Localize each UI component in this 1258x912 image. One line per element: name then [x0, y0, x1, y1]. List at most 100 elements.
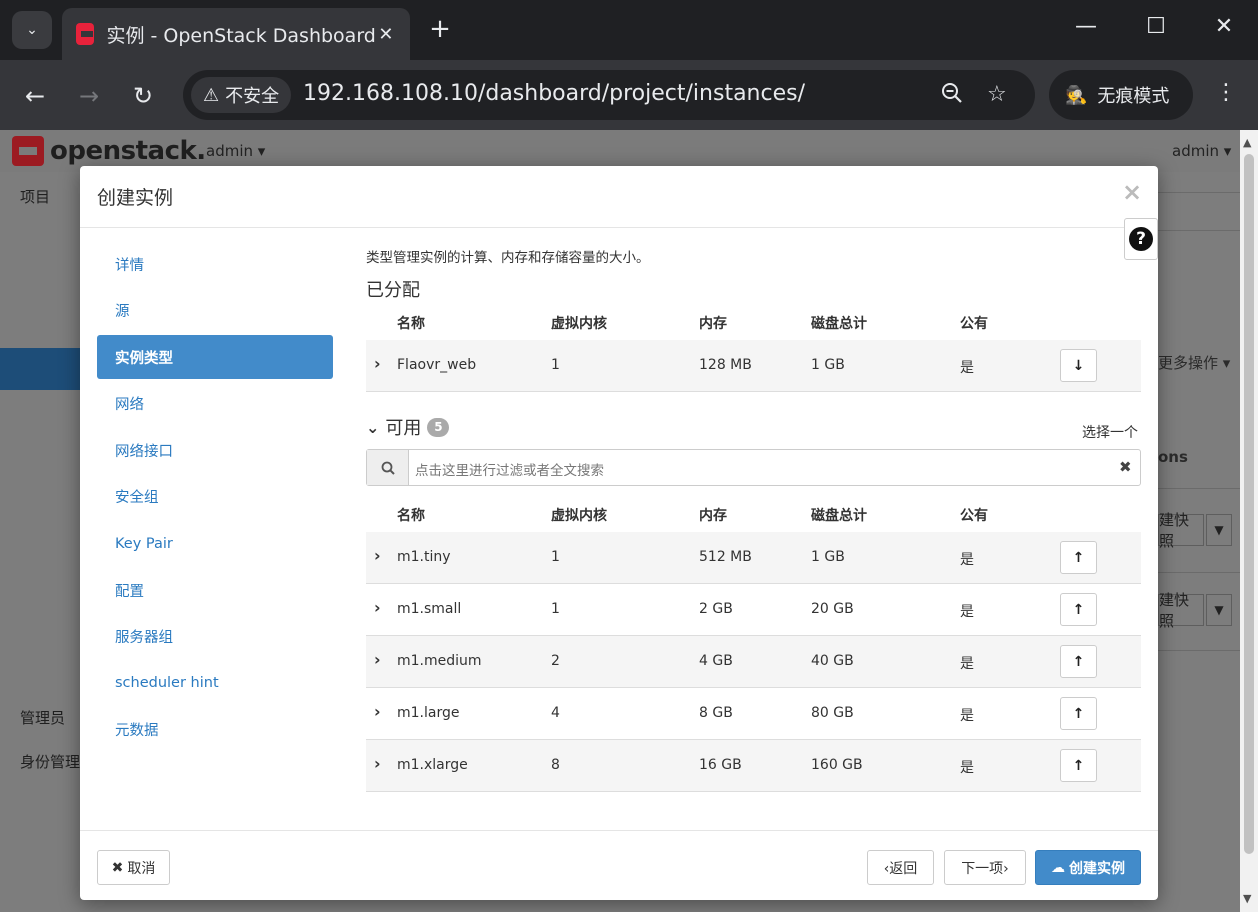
chevron-down-icon[interactable]: ▼	[1206, 514, 1232, 546]
scroll-up-icon[interactable]: ▲	[1243, 136, 1251, 149]
available-table-header: 名称 虚拟内核 内存 磁盘总计 公有	[366, 492, 1141, 536]
back-arrow-icon[interactable]: ←	[18, 79, 52, 113]
clear-icon[interactable]: ✖	[1119, 458, 1132, 476]
browser-menu-icon[interactable]: ⋮	[1212, 80, 1240, 105]
url-text[interactable]: 192.168.108.10/dashboard/project/instanc…	[303, 81, 805, 106]
new-tab-button[interactable]: +	[425, 14, 455, 44]
col-name[interactable]: 名称	[397, 313, 425, 333]
maximize-button[interactable]: ☐	[1136, 14, 1176, 39]
tab-search-button[interactable]: ⌄	[12, 11, 52, 49]
expand-chevron-icon[interactable]: ›	[374, 598, 381, 617]
filter-search[interactable]: 点击这里进行过滤或者全文搜索 ✖	[366, 449, 1141, 486]
col-ram[interactable]: 内存	[699, 505, 727, 525]
modal-title: 创建实例	[97, 187, 174, 209]
wizard-step-details[interactable]: 详情	[97, 242, 333, 286]
sidebar-admin[interactable]: 管理员	[20, 707, 65, 728]
col-public[interactable]: 公有	[960, 313, 988, 333]
table-row: › m1.small 1 2 GB 20 GB 是 ↑	[366, 584, 1141, 636]
close-icon: ✖	[111, 859, 124, 876]
wizard-step-network-ports[interactable]: 网络接口	[97, 428, 333, 472]
more-actions-button[interactable]: 更多操作 ▾	[1158, 352, 1230, 373]
browser-tab[interactable]: 实例 - OpenStack Dashboard ✕	[62, 8, 410, 60]
user-menu[interactable]: admin ▾	[1172, 142, 1231, 160]
next-button[interactable]: 下一项›	[944, 850, 1026, 885]
cell-ram: 16 GB	[699, 757, 742, 773]
cancel-button[interactable]: ✖ 取消	[97, 850, 170, 885]
chevron-down-icon[interactable]: ▼	[1206, 594, 1232, 626]
help-button[interactable]: ?	[1124, 218, 1158, 260]
browser-tabbar: ⌄ 实例 - OpenStack Dashboard ✕ + — ☐ ✕	[0, 0, 1258, 60]
snapshot-button[interactable]: 建快照	[1158, 511, 1204, 550]
col-disk[interactable]: 磁盘总计	[811, 313, 867, 333]
cell-disk: 20 GB	[811, 601, 854, 617]
divider	[1158, 488, 1240, 489]
zoom-icon[interactable]	[941, 82, 963, 110]
cell-public: 是	[960, 360, 974, 376]
divider	[1158, 230, 1240, 231]
sidebar-identity[interactable]: 身份管理	[20, 751, 80, 772]
cell-disk: 160 GB	[811, 757, 863, 773]
col-disk[interactable]: 磁盘总计	[811, 505, 867, 525]
arrow-down-icon: ↓	[1072, 357, 1085, 374]
snapshot-button[interactable]: 建快照	[1158, 591, 1204, 630]
wizard-step-source[interactable]: 源	[97, 289, 333, 333]
cell-name: Flaovr_web	[397, 357, 477, 373]
scroll-thumb[interactable]	[1244, 154, 1254, 854]
incognito-chip[interactable]: 🕵 无痕模式	[1049, 70, 1193, 120]
arrow-up-icon: ↑	[1072, 757, 1085, 774]
project-selector[interactable]: admin ▾	[206, 142, 265, 160]
wizard-step-metadata[interactable]: 元数据	[97, 708, 333, 752]
table-row: › m1.medium 2 4 GB 40 GB 是 ↑	[366, 636, 1141, 688]
back-button[interactable]: ‹返回	[867, 850, 934, 885]
col-vcpus[interactable]: 虚拟内核	[551, 313, 607, 333]
cell-public: 是	[960, 604, 974, 620]
modal-close-icon[interactable]: ×	[1122, 178, 1142, 206]
col-vcpus[interactable]: 虚拟内核	[551, 505, 607, 525]
col-name[interactable]: 名称	[397, 505, 425, 525]
scroll-down-icon[interactable]: ▼	[1243, 892, 1251, 905]
wizard-step-networks[interactable]: 网络	[97, 382, 333, 426]
wizard-step-server-groups[interactable]: 服务器组	[97, 615, 333, 659]
security-chip[interactable]: ⚠ 不安全	[191, 77, 292, 113]
wizard-step-security-groups[interactable]: 安全组	[97, 475, 333, 519]
allocate-button[interactable]: ↑	[1060, 541, 1097, 574]
divider	[1158, 192, 1240, 193]
cell-public: 是	[960, 760, 974, 776]
wizard-step-configuration[interactable]: 配置	[97, 568, 333, 612]
expand-chevron-icon[interactable]: ›	[374, 546, 381, 565]
table-row: › m1.xlarge 8 16 GB 160 GB 是 ↑	[366, 740, 1141, 792]
tab-close-icon[interactable]: ✕	[376, 24, 396, 45]
sidebar-project[interactable]: 项目	[20, 186, 50, 207]
expand-chevron-icon[interactable]: ›	[374, 650, 381, 669]
allocate-button[interactable]: ↑	[1060, 697, 1097, 730]
available-header[interactable]: ⌄ 可用 5	[366, 414, 450, 440]
available-count-badge: 5	[427, 417, 450, 437]
cell-ram: 8 GB	[699, 705, 733, 721]
reload-icon[interactable]: ↻	[126, 79, 160, 113]
cell-public: 是	[960, 552, 974, 568]
incognito-icon: 🕵	[1065, 84, 1088, 106]
expand-chevron-icon[interactable]: ›	[374, 754, 381, 773]
allocate-button[interactable]: ↑	[1060, 645, 1097, 678]
deallocate-button[interactable]: ↓	[1060, 349, 1097, 382]
col-ram[interactable]: 内存	[699, 313, 727, 333]
wizard-step-flavor[interactable]: 实例类型	[97, 335, 333, 380]
launch-instance-button[interactable]: ☁ 创建实例	[1035, 850, 1141, 885]
address-bar[interactable]: ⚠ 不安全 192.168.108.10/dashboard/project/i…	[183, 70, 1035, 120]
allocate-button[interactable]: ↑	[1060, 749, 1097, 782]
expand-chevron-icon[interactable]: ›	[374, 702, 381, 721]
window-close-button[interactable]: ✕	[1204, 14, 1244, 39]
page-scrollbar[interactable]: ▲ ▼	[1240, 130, 1258, 912]
star-icon[interactable]: ☆	[987, 82, 1007, 107]
allocate-button[interactable]: ↑	[1060, 593, 1097, 626]
wizard-step-key-pair[interactable]: Key Pair	[97, 522, 333, 566]
modal-footer: ✖ 取消 ‹返回 下一项› ☁ 创建实例	[80, 830, 1158, 900]
expand-chevron-icon[interactable]: ›	[374, 354, 381, 373]
forward-arrow-icon[interactable]: →	[72, 79, 106, 113]
wizard-step-scheduler-hints[interactable]: scheduler hint	[97, 661, 333, 705]
col-public[interactable]: 公有	[960, 505, 988, 525]
incognito-label: 无痕模式	[1097, 86, 1170, 107]
openstack-logo: openstack.	[12, 136, 206, 166]
minimize-button[interactable]: —	[1066, 14, 1106, 39]
search-input[interactable]: 点击这里进行过滤或者全文搜索	[415, 459, 604, 479]
